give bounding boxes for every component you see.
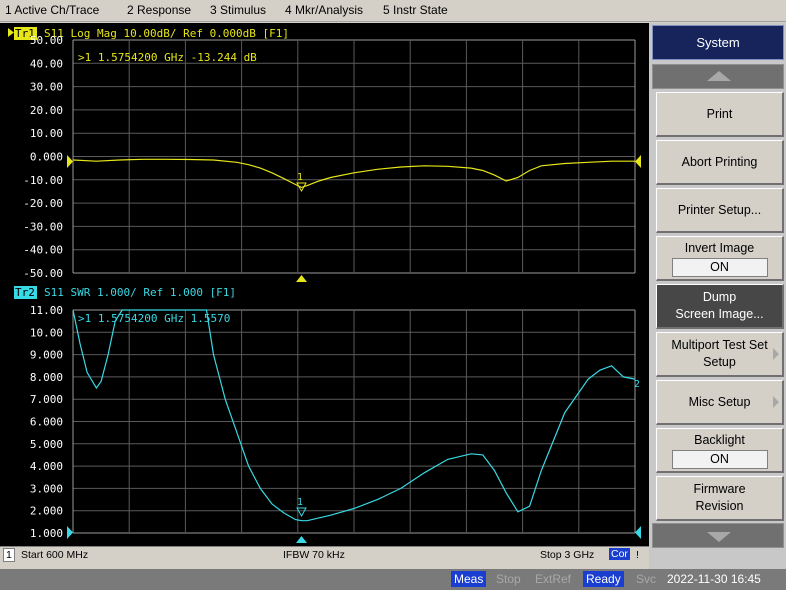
ifbw[interactable]: IFBW 70 kHz [283, 549, 345, 561]
trace2-marker[interactable]: 1 [296, 497, 307, 518]
dump-screen-label-line1: Dump [702, 290, 737, 304]
invert-image-value: ON [671, 257, 768, 277]
y-tick-label: 30.00 [30, 81, 63, 94]
trace1-marker-readout: >1 1.5754200 GHz -13.244 dB [78, 51, 257, 64]
multiport-test-set-setup-button[interactable]: Multiport Test Set Setup [656, 332, 784, 377]
scroll-down-button[interactable] [652, 523, 784, 548]
trace1-ref-left-icon [67, 155, 73, 168]
softkey-menu-title: System [652, 25, 784, 60]
y-tick-label: -50.00 [23, 267, 63, 280]
trace1-marker-triangle-icon [296, 275, 307, 282]
y-tick-label: 5.000 [30, 438, 63, 451]
scroll-up-button[interactable] [652, 64, 784, 89]
y-tick-label: -30.00 [23, 220, 63, 233]
firmware-label-line2: Revision [695, 499, 744, 513]
trace1-marker-label: 1 [297, 172, 303, 183]
y-tick-label: 3.000 [30, 482, 63, 495]
meas-indicator: Meas [451, 571, 487, 587]
trace2-grid [72, 309, 636, 534]
backlight-button[interactable]: Backlight ON [656, 428, 784, 473]
submenu-arrow-icon [773, 396, 779, 408]
trace2-marker-icon [296, 507, 307, 518]
y-tick-label: -40.00 [23, 244, 63, 257]
trace1-ref-right-icon [635, 155, 641, 168]
menu-instr-state[interactable]: 5 Instr State [383, 3, 448, 17]
menu-mkr-analysis[interactable]: 4 Mkr/Analysis [285, 3, 363, 17]
menu-active-ch-trace[interactable]: 1 Active Ch/Trace [5, 3, 99, 17]
trace2-end-label: 2 [634, 379, 640, 390]
svc-indicator: Svc [636, 572, 657, 586]
trace1-y-axis-labels: 50.00 40.00 30.00 20.00 10.00 0.000 -10.00 -20.… [23, 34, 63, 280]
trace2-marker-triangle-icon [296, 536, 307, 543]
trace2-label: S11 SWR 1.000/ Ref 1.000 [F1] [44, 286, 236, 299]
trace2-y-axis-labels: 11.00 10.00 9.000 8.000 7.000 6.000 5.000 4.000… [30, 304, 63, 540]
misc-setup-label: Misc Setup [688, 394, 751, 409]
menu-stimulus[interactable]: 3 Stimulus [210, 3, 266, 17]
trace1-grid [72, 39, 636, 274]
y-tick-label: 7.000 [30, 393, 63, 406]
y-tick-label: 6.000 [30, 416, 63, 429]
abort-printing-label: Abort Printing [681, 154, 758, 169]
trace2-ref-left-icon [67, 526, 73, 539]
stop-indicator: Stop [496, 572, 521, 586]
trace1-label: S11 Log Mag 10.00dB/ Ref 0.000dB [F1] [44, 27, 289, 40]
y-tick-label: 10.00 [30, 326, 63, 339]
start-frequency[interactable]: Start 600 MHz [21, 549, 88, 561]
y-tick-label: 40.00 [30, 57, 63, 70]
trace2-marker-label: 1 [297, 497, 303, 508]
y-tick-label: 20.00 [30, 104, 63, 117]
multiport-label-line1: Multiport Test Set [671, 338, 768, 352]
invert-image-button[interactable]: Invert Image ON [656, 236, 784, 281]
channel-status-line: 1 Start 600 MHz IFBW 70 kHz Stop 3 GHz C… [0, 546, 649, 564]
printer-setup-label: Printer Setup... [677, 202, 762, 217]
multiport-label-line2: Setup [703, 355, 736, 369]
print-label: Print [706, 106, 733, 121]
y-tick-label: 9.000 [30, 349, 63, 362]
menu-response[interactable]: 2 Response [127, 3, 191, 17]
menu-bar: 1 Active Ch/Trace 2 Response 3 Stimulus … [0, 0, 786, 22]
y-tick-label: 1.000 [30, 527, 63, 540]
y-tick-label: 11.00 [30, 304, 63, 317]
trace2-tag[interactable]: Tr2 [15, 286, 35, 299]
y-tick-label: 10.00 [30, 127, 63, 140]
trace1-marker[interactable]: 1 [296, 172, 307, 193]
backlight-label: Backlight [694, 432, 745, 447]
stop-frequency[interactable]: Stop 3 GHz [540, 549, 594, 561]
channel-number[interactable]: 1 [3, 548, 15, 562]
instrument-status-bar: Meas Stop ExtRef Ready Svc 2022-11-30 16… [0, 569, 786, 590]
measurement-screen: Tr1 S11 Log Mag 10.00dB/ Ref 0.000dB [F1… [0, 23, 649, 547]
warning-indicator: ! [636, 549, 639, 561]
date-time: 2022-11-30 16:45 [667, 572, 761, 586]
print-button[interactable]: Print [656, 92, 784, 137]
trace2-ref-right-icon [635, 526, 641, 539]
extref-indicator: ExtRef [535, 572, 572, 586]
abort-printing-button[interactable]: Abort Printing [656, 140, 784, 185]
dump-screen-label-line2: Screen Image... [675, 307, 764, 321]
invert-image-label: Invert Image [684, 240, 755, 255]
y-tick-label: 2.000 [30, 505, 63, 518]
y-tick-label: -10.00 [23, 174, 63, 187]
firmware-label-line1: Firmware [693, 482, 746, 496]
y-tick-label: -20.00 [23, 197, 63, 210]
y-tick-label: 50.00 [30, 34, 63, 47]
dump-screen-image-button[interactable]: Dump Screen Image... [656, 284, 784, 329]
submenu-arrow-icon [773, 348, 779, 360]
active-trace-arrow-icon [8, 28, 14, 37]
printer-setup-button[interactable]: Printer Setup... [656, 188, 784, 233]
ready-indicator: Ready [583, 571, 624, 587]
scroll-up-icon [707, 71, 731, 81]
y-tick-label: 8.000 [30, 371, 63, 384]
trace-display: Tr1 S11 Log Mag 10.00dB/ Ref 0.000dB [F1… [8, 27, 641, 543]
y-tick-label: 4.000 [30, 460, 63, 473]
scroll-down-icon [707, 532, 731, 542]
firmware-revision-button[interactable]: Firmware Revision [656, 476, 784, 521]
misc-setup-button[interactable]: Misc Setup [656, 380, 784, 425]
backlight-value: ON [671, 449, 768, 469]
y-tick-label: 0.000 [30, 151, 63, 164]
correction-indicator: Cor [609, 548, 630, 560]
